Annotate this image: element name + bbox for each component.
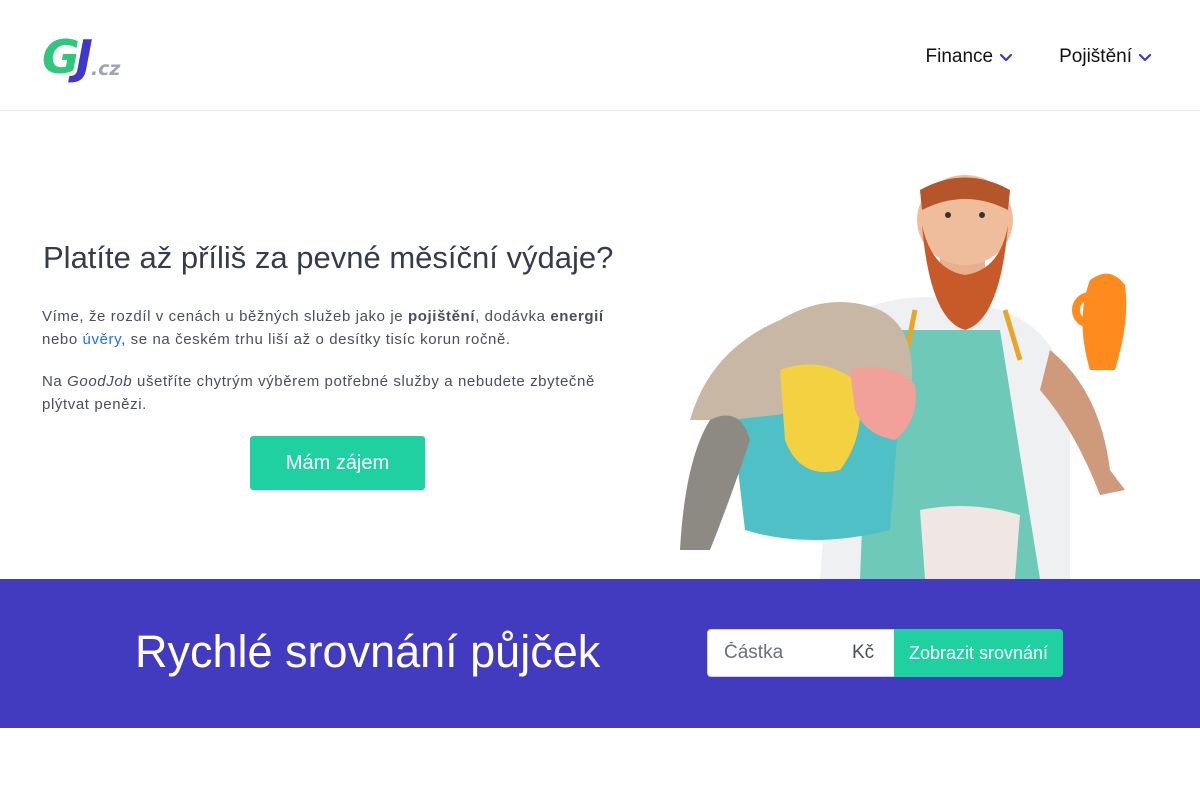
brand-name: GoodJob xyxy=(67,373,133,390)
text-span: Na xyxy=(42,373,68,390)
logo-suffix: .cz xyxy=(90,58,121,80)
nav-item-label: Finance xyxy=(925,46,994,67)
text-span: , dodávka xyxy=(475,308,551,325)
currency-unit: Kč xyxy=(852,642,875,663)
show-comparison-button[interactable]: Zobrazit srovnání xyxy=(894,629,1063,677)
text-span: , se na českém trhu liší až o desítky ti… xyxy=(121,331,511,348)
text-span: nebo xyxy=(42,331,83,348)
nav-item-label: Pojištění xyxy=(1059,46,1132,67)
hero-illustration xyxy=(680,175,1127,579)
chevron-down-icon xyxy=(1000,53,1013,62)
site-header: GJ .cz Finance Pojištění xyxy=(0,0,1200,111)
interest-button[interactable]: Mám zájem xyxy=(250,436,425,490)
amount-input[interactable] xyxy=(724,631,852,675)
text-span: Víme, že rozdíl v cenách u běžných služe… xyxy=(42,308,409,325)
logo-mark: GJ xyxy=(42,30,93,84)
main-nav: Finance Pojištění xyxy=(926,46,1152,68)
chevron-down-icon xyxy=(1138,53,1152,62)
hero-paragraph-2: Na GoodJob ušetříte chytrým výběrem potř… xyxy=(42,370,642,416)
nav-item-finance[interactable]: Finance xyxy=(926,46,1014,68)
bold-energy: energií xyxy=(550,308,604,325)
amount-field: Kč xyxy=(707,629,895,677)
site-logo[interactable]: GJ .cz xyxy=(42,28,134,82)
loan-compare-title: Rychlé srovnání půjček xyxy=(135,626,601,677)
loans-link[interactable]: úvěry xyxy=(83,331,122,348)
hero-title: Platíte až příliš za pevné měsíční výdaj… xyxy=(43,240,614,275)
hero-paragraph-1: Víme, že rozdíl v cenách u běžných služe… xyxy=(42,305,642,351)
nav-item-pojisteni[interactable]: Pojištění xyxy=(1059,46,1152,68)
bold-insurance: pojištění xyxy=(408,308,476,325)
